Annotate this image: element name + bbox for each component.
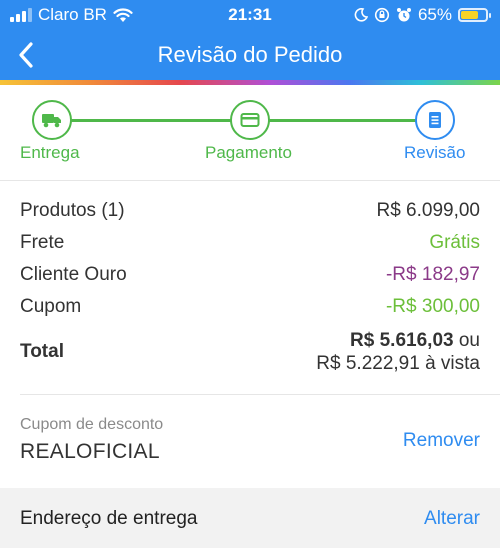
total-cash-amount: R$ 5.222,91 à vista: [316, 353, 480, 374]
battery-fill: [461, 11, 478, 19]
section-divider: [0, 180, 500, 181]
summary-row-cliente-ouro: Cliente Ouro -R$ 182,97: [20, 264, 480, 292]
coupon-label: Cupom de desconto: [20, 416, 164, 433]
summary-value: R$ 6.099,00: [376, 200, 480, 221]
summary-label: Frete: [20, 232, 65, 253]
delivery-address-section: Endereço de entrega Alterar: [0, 488, 500, 548]
summary-value: -R$ 300,00: [385, 296, 480, 317]
summary-label: Cupom: [20, 296, 82, 317]
status-bar: Claro BR 21:31 65%: [0, 0, 500, 30]
stepper-connector: [269, 119, 417, 122]
step-label-entrega: Entrega: [20, 143, 80, 162]
step-pagamento[interactable]: [230, 100, 270, 140]
total-value: R$ 5.616,03 ou R$ 5.222,91 à vista: [316, 329, 480, 375]
summary-row-produtos: Produtos (1) R$ 6.099,00: [20, 200, 480, 228]
summary-value: Grátis: [429, 232, 480, 253]
page-title: Revisão do Pedido: [157, 42, 343, 67]
battery-percent: 65%: [417, 5, 452, 24]
alarm-icon: [396, 8, 411, 22]
credit-card-icon: [240, 113, 260, 127]
section-divider: [20, 394, 500, 395]
summary-label: Produtos (1): [20, 200, 125, 221]
summary-label: Cliente Ouro: [20, 264, 127, 285]
status-right: 65%: [354, 5, 491, 25]
summary-row-cupom: Cupom -R$ 300,00: [20, 296, 480, 324]
app-header: Claro BR 21:31 65% Revisão do Pedido: [0, 0, 500, 80]
address-label: Endereço de entrega: [20, 508, 198, 529]
lock-rotation-icon: [374, 7, 390, 23]
step-revisao[interactable]: [415, 100, 455, 140]
remove-coupon-button[interactable]: Remover: [403, 430, 480, 452]
total-line-1: R$ 5.616,03 ou: [316, 329, 480, 352]
battery-icon: [458, 8, 491, 22]
step-entrega[interactable]: [32, 100, 72, 140]
total-or-text: ou: [458, 330, 480, 351]
change-address-button[interactable]: Alterar: [424, 508, 480, 530]
document-icon: [429, 112, 441, 128]
moon-icon: [354, 8, 368, 22]
total-amount: R$ 5.616,03: [350, 330, 454, 351]
summary-value: -R$ 182,97: [385, 264, 480, 285]
step-label-revisao: Revisão: [404, 143, 466, 162]
stepper-connector: [71, 119, 232, 122]
truck-icon: [42, 114, 61, 128]
total-label: Total: [20, 341, 64, 362]
summary-row-frete: Frete Grátis: [20, 232, 480, 260]
step-label-pagamento: Pagamento: [205, 143, 292, 162]
coupon-code: REALOFICIAL: [20, 440, 160, 463]
checkout-stepper: Entrega Pagamento Revisão: [0, 85, 500, 180]
navigation-bar: Revisão do Pedido: [0, 30, 500, 80]
